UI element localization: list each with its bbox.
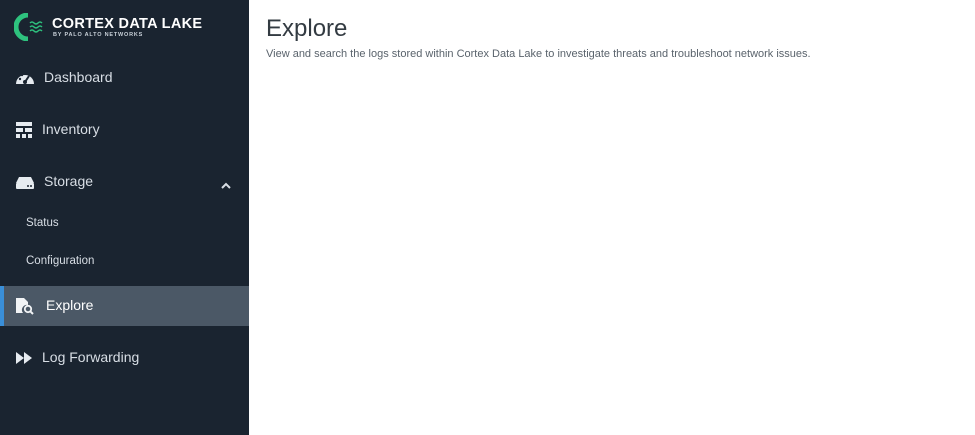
explore-file-search-icon: [15, 297, 35, 315]
sidebar-item-label: Explore: [46, 297, 94, 313]
sidebar-subitem-configuration[interactable]: Configuration: [0, 247, 249, 277]
sidebar-item-label: Dashboard: [44, 69, 113, 85]
chevron-up-icon[interactable]: [221, 177, 231, 195]
sidebar-item-dashboard[interactable]: Dashboard: [0, 58, 249, 98]
active-indicator: [0, 286, 4, 326]
fast-forward-icon: [15, 349, 35, 367]
sidebar-item-label: Inventory: [42, 121, 100, 137]
logo-subtitle: BY PALO ALTO NETWORKS: [53, 32, 144, 38]
sidebar: CORTEX DATA LAKE BY PALO ALTO NETWORKS D…: [0, 0, 249, 435]
app-logo[interactable]: CORTEX DATA LAKE BY PALO ALTO NETWORKS: [14, 12, 214, 42]
sidebar-item-inventory[interactable]: Inventory: [0, 110, 249, 150]
sidebar-subitem-label: Configuration: [26, 255, 95, 267]
storage-drive-icon: [15, 173, 35, 191]
sidebar-item-explore[interactable]: Explore: [0, 286, 249, 326]
page-description: View and search the logs stored within C…: [266, 48, 811, 60]
sidebar-item-log-forwarding[interactable]: Log Forwarding: [0, 338, 249, 378]
sidebar-item-label: Log Forwarding: [42, 349, 140, 365]
sidebar-subitem-status[interactable]: Status: [0, 209, 249, 239]
sidebar-item-label: Storage: [44, 173, 94, 189]
main-content: Explore View and search the logs stored …: [249, 0, 975, 435]
inventory-grid-icon: [15, 121, 35, 139]
page-title: Explore: [266, 15, 348, 42]
sidebar-item-storage[interactable]: Storage: [0, 162, 249, 202]
logo-title: CORTEX DATA LAKE: [52, 16, 203, 32]
sidebar-subitem-label: Status: [26, 217, 59, 229]
dashboard-gauge-icon: [15, 69, 35, 87]
cortex-logo-icon: [14, 13, 43, 41]
